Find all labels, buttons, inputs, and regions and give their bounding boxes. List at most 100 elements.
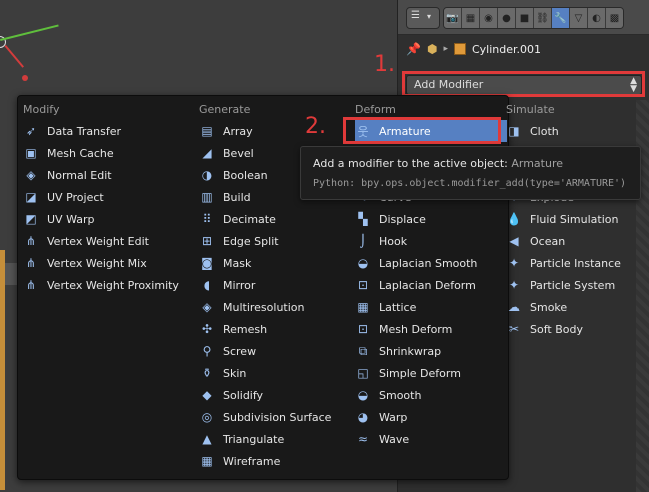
tooltip: Add a modifier to the active object: Arm… bbox=[300, 146, 641, 200]
menu-item-label: Laplacian Deform bbox=[379, 278, 476, 292]
menu-item-label: Vertex Weight Mix bbox=[47, 256, 147, 270]
menu-item-triangulate[interactable]: ▲ Triangulate bbox=[199, 428, 349, 450]
menu-item-label: Particle Instance bbox=[530, 256, 621, 270]
menu-item-label: Mirror bbox=[223, 278, 256, 292]
menu-column-title-generate: Generate bbox=[199, 103, 251, 116]
constraints-icon[interactable]: ⛓ bbox=[534, 8, 552, 28]
menu-item-array[interactable]: ▤ Array bbox=[199, 120, 349, 142]
menu-item-shrinkwrap[interactable]: ⧉ Shrinkwrap bbox=[355, 340, 503, 362]
multires-icon: ◈ bbox=[202, 300, 212, 314]
menu-item-vertex-weight-proximity[interactable]: ⋔ Vertex Weight Proximity bbox=[23, 274, 193, 296]
menu-item-mirror[interactable]: ◖ Mirror bbox=[199, 274, 349, 296]
menu-item-label: Boolean bbox=[223, 168, 268, 182]
menu-item-label: UV Project bbox=[47, 190, 104, 204]
menu-item-label: Cloth bbox=[530, 124, 559, 138]
menu-item-label: Smoke bbox=[530, 300, 568, 314]
data-icon[interactable]: ▽ bbox=[570, 8, 588, 28]
menu-item-label: Screw bbox=[223, 344, 257, 358]
menu-item-multiresolution[interactable]: ◈ Multiresolution bbox=[199, 296, 349, 318]
menu-item-label: UV Warp bbox=[47, 212, 95, 226]
menu-item-normal-edit[interactable]: ◈ Normal Edit bbox=[23, 164, 193, 186]
layers-icon[interactable]: ▦ bbox=[462, 8, 480, 28]
vertex-weight-icon: ⋔ bbox=[25, 278, 37, 292]
menu-item-data-transfer[interactable]: ➶ Data Transfer bbox=[23, 120, 193, 142]
menu-item-smoke[interactable]: ☁ Smoke bbox=[506, 296, 626, 318]
remesh-icon: ✣ bbox=[201, 322, 213, 336]
menu-item-uv-project[interactable]: ◪ UV Project bbox=[23, 186, 193, 208]
mirror-icon: ◖ bbox=[203, 278, 211, 292]
menu-item-cloth[interactable]: ◨ Cloth bbox=[506, 120, 626, 142]
menu-item-particle-instance[interactable]: ✦ Particle Instance bbox=[506, 252, 626, 274]
mesh-deform-icon: ⊡ bbox=[357, 322, 369, 336]
menu-item-label: Triangulate bbox=[223, 432, 285, 446]
particle-icon: ✦ bbox=[508, 256, 520, 270]
menu-item-vertex-weight-edit[interactable]: ⋔ Vertex Weight Edit bbox=[23, 230, 193, 252]
menu-item-remesh[interactable]: ✣ Remesh bbox=[199, 318, 349, 340]
bevel-icon: ◢ bbox=[202, 146, 212, 160]
object-icon[interactable]: ■ bbox=[516, 8, 534, 28]
menu-item-displace[interactable]: ▚ Displace bbox=[355, 208, 503, 230]
menu-item-mesh-deform[interactable]: ⊡ Mesh Deform bbox=[355, 318, 503, 340]
editor-type-icon: ☰ bbox=[411, 10, 420, 21]
menu-item-uv-warp[interactable]: ◩ UV Warp bbox=[23, 208, 193, 230]
menu-item-label: Edge Split bbox=[223, 234, 279, 248]
menu-item-ocean[interactable]: ◀ Ocean bbox=[506, 230, 626, 252]
menu-item-smooth[interactable]: ◒ Smooth bbox=[355, 384, 503, 406]
menu-item-label: Displace bbox=[379, 212, 426, 226]
menu-item-lattice[interactable]: ▦ Lattice bbox=[355, 296, 503, 318]
menu-item-wireframe[interactable]: ▦ Wireframe bbox=[199, 450, 349, 472]
modifier-icon[interactable]: 🔧 bbox=[552, 8, 570, 28]
menu-item-solidify[interactable]: ◆ Solidify bbox=[199, 384, 349, 406]
menu-item-decimate[interactable]: ⠿ Decimate bbox=[199, 208, 349, 230]
tooltip-description: Add a modifier to the active object: bbox=[313, 157, 508, 170]
menu-item-subdivision-surface[interactable]: ◎ Subdivision Surface bbox=[199, 406, 349, 428]
editor-type-selector[interactable]: ☰ ▾ bbox=[406, 7, 440, 29]
annotation-step-2: 2. bbox=[305, 114, 326, 139]
menu-item-skin[interactable]: ⚱ Skin bbox=[199, 362, 349, 384]
menu-item-laplacian-deform[interactable]: ⊡ Laplacian Deform bbox=[355, 274, 503, 296]
menu-item-particle-system[interactable]: ✦ Particle System bbox=[506, 274, 626, 296]
annotation-highlight-2 bbox=[343, 117, 501, 144]
menu-item-warp[interactable]: ◕ Warp bbox=[355, 406, 503, 428]
menu-item-hook[interactable]: ⌡ Hook bbox=[355, 230, 503, 252]
menu-item-fluid-simulation[interactable]: 💧 Fluid Simulation bbox=[506, 208, 626, 230]
render-icon[interactable]: 📷 bbox=[444, 8, 462, 28]
annotation-highlight-1 bbox=[402, 71, 645, 97]
build-icon: ▥ bbox=[201, 190, 213, 204]
menu-item-mesh-cache[interactable]: ▣ Mesh Cache bbox=[23, 142, 193, 164]
menu-item-vertex-weight-mix[interactable]: ⋔ Vertex Weight Mix bbox=[23, 252, 193, 274]
menu-item-label: Particle System bbox=[530, 278, 616, 292]
menu-item-screw[interactable]: ⚲ Screw bbox=[199, 340, 349, 362]
tooltip-description-row: Add a modifier to the active object: Arm… bbox=[313, 157, 563, 170]
menu-item-label: Bevel bbox=[223, 146, 254, 160]
mesh-cache-icon: ▣ bbox=[25, 146, 37, 160]
normal-edit-icon: ◈ bbox=[26, 168, 36, 182]
warp-icon: ◕ bbox=[357, 410, 369, 424]
pin-icon[interactable]: 📌 bbox=[406, 42, 421, 56]
smooth-icon: ◒ bbox=[357, 256, 369, 270]
chevron-down-icon: ▾ bbox=[427, 12, 432, 21]
menu-item-label: Subdivision Surface bbox=[223, 410, 332, 424]
uv-warp-icon: ◩ bbox=[25, 212, 37, 226]
texture-icon[interactable]: ▩ bbox=[606, 8, 623, 28]
edge-split-icon: ⊞ bbox=[201, 234, 213, 248]
menu-item-label: Mesh Cache bbox=[47, 146, 114, 160]
menu-item-label: Laplacian Smooth bbox=[379, 256, 478, 270]
menu-item-simple-deform[interactable]: ◱ Simple Deform bbox=[355, 362, 503, 384]
lattice-icon: ▦ bbox=[357, 300, 369, 314]
menu-item-mask[interactable]: ◙ Mask bbox=[199, 252, 349, 274]
menu-item-laplacian-smooth[interactable]: ◒ Laplacian Smooth bbox=[355, 252, 503, 274]
menu-item-wave[interactable]: ≈ Wave bbox=[355, 428, 503, 450]
menu-item-edge-split[interactable]: ⊞ Edge Split bbox=[199, 230, 349, 252]
menu-item-label: Lattice bbox=[379, 300, 417, 314]
material-icon[interactable]: ◐ bbox=[588, 8, 606, 28]
menu-item-label: Decimate bbox=[223, 212, 276, 226]
world-icon[interactable]: ● bbox=[498, 8, 516, 28]
scene-icon[interactable]: ◉ bbox=[480, 8, 498, 28]
menu-item-label: Vertex Weight Edit bbox=[47, 234, 149, 248]
menu-item-soft-body[interactable]: ✂ Soft Body bbox=[506, 318, 626, 340]
object-name: Cylinder.001 bbox=[471, 42, 541, 56]
displace-icon: ▚ bbox=[358, 212, 368, 226]
breadcrumb: 📌 ⬢ ▸ Cylinder.001 bbox=[406, 38, 541, 60]
properties-header: ☰ ▾ 📷 ▦ ◉ ● ■ ⛓ 🔧 ▽ ◐ ▩ bbox=[398, 0, 649, 35]
